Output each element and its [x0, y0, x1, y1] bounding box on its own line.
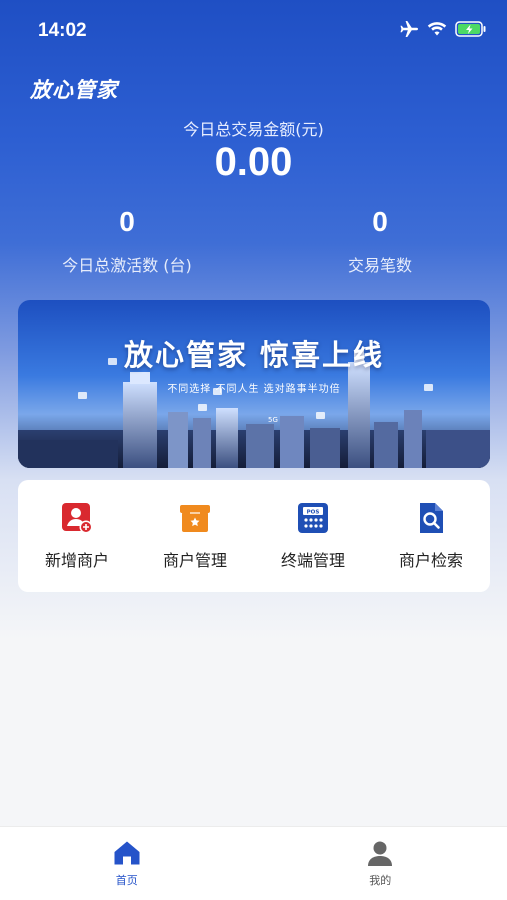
menu-add-merchant[interactable]: 新增商户 — [22, 501, 132, 571]
home-icon — [114, 841, 140, 865]
promo-banner[interactable]: 5G 放心管家 惊喜上线 不同选择 不同人生 选对路事半功倍 — [18, 300, 490, 468]
menu-merchant-search[interactable]: 商户检索 — [376, 501, 486, 571]
menu-label: 新增商户 — [44, 551, 109, 570]
tab-home-label: 首页 — [115, 874, 138, 887]
shop-manage-icon — [180, 505, 210, 532]
add-merchant-icon — [62, 503, 93, 534]
menu-label: 商户检索 — [398, 551, 463, 570]
banner-title: 放心管家 惊喜上线 — [123, 338, 385, 372]
app-logo-title: 放心管家 — [30, 78, 118, 102]
transactions-label: 交易笔数 — [347, 256, 412, 275]
menu-terminal-manage[interactable]: POS 终端管理 — [258, 501, 368, 571]
total-amount-label: 今日总交易金额(元) — [183, 120, 324, 139]
activations-value: 0 — [119, 206, 135, 237]
pos-terminal-icon: POS — [298, 503, 328, 533]
transactions-value: 0 — [372, 206, 388, 237]
activations-stat: 0 今日总激活数 (台) — [17, 206, 237, 276]
status-icons — [399, 20, 487, 38]
svg-text:POS: POS — [307, 510, 320, 516]
status-bar: 14:02 — [0, 0, 507, 60]
wifi-icon — [427, 22, 447, 36]
menu-label: 商户管理 — [162, 551, 227, 570]
menu-merchant-manage[interactable]: 商户管理 — [140, 501, 250, 571]
status-time: 14:02 — [38, 20, 87, 41]
user-profile-icon — [368, 841, 393, 866]
battery-charging-icon — [455, 21, 486, 37]
quick-menu-card: 新增商户 商户管理 POS 终端管理 商户检索 — [18, 480, 490, 592]
tab-mine-label: 我的 — [369, 874, 392, 887]
airplane-icon — [400, 21, 418, 37]
total-amount-value: 0.00 — [214, 140, 293, 184]
banner-subtitle: 不同选择 不同人生 选对路事半功倍 — [167, 384, 341, 395]
menu-label: 终端管理 — [280, 551, 345, 570]
activations-label: 今日总激活数 (台) — [62, 256, 192, 275]
tab-mine[interactable]: 我的 — [254, 827, 507, 900]
search-doc-icon — [420, 503, 443, 533]
tab-home[interactable]: 首页 — [0, 827, 254, 900]
svg-text:5G: 5G — [268, 416, 278, 424]
bottom-tab-bar: 首页 我的 — [0, 826, 507, 900]
transactions-stat: 0 交易笔数 — [270, 206, 490, 276]
